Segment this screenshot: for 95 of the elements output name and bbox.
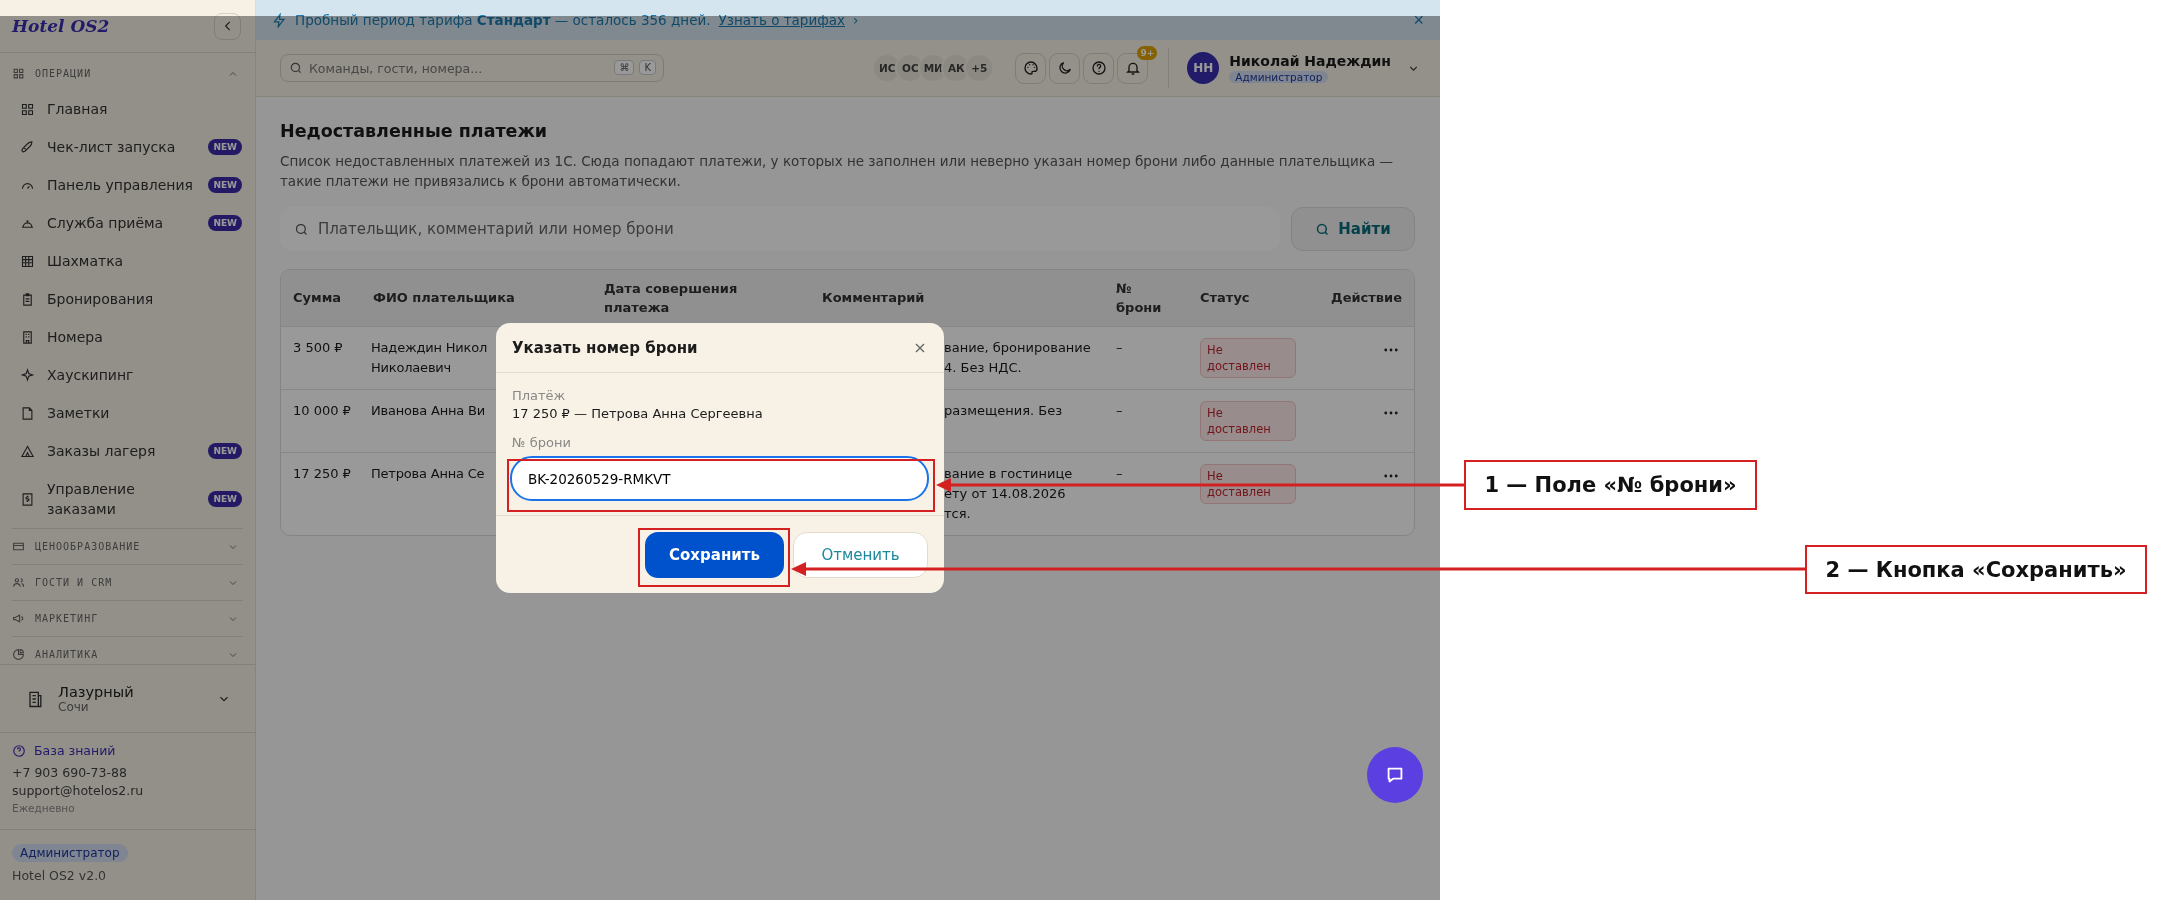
nav-item[interactable]: Служба приёма NEW [12, 204, 243, 242]
user-name: Николай Надеждин [1229, 53, 1391, 69]
palette-icon [1022, 60, 1039, 76]
nav-item[interactable]: Главная [12, 90, 243, 128]
role-badge: Администратор [12, 844, 128, 862]
support-hours: Ежедневно [12, 802, 76, 814]
palette-button[interactable] [1015, 52, 1047, 84]
column-header: ФИО плательщика [361, 270, 592, 326]
search-icon [1315, 221, 1331, 237]
table-cell: 10 000 ₽ [281, 389, 361, 452]
column-header: № брони [1104, 270, 1188, 326]
user-avatar[interactable]: НН [1187, 52, 1220, 84]
section-header[interactable]: ОПЕРАЦИИ [12, 57, 243, 90]
collapse-sidebar-button[interactable] [214, 12, 241, 40]
nav-item[interactable]: Шахматка [12, 242, 243, 280]
help-icon [12, 743, 26, 758]
status-badge: Не доставлен [1200, 337, 1296, 378]
megaphone-icon [12, 612, 25, 625]
new-badge: NEW [208, 139, 242, 155]
table-cell: – [1104, 452, 1188, 535]
search-icon [289, 61, 303, 75]
nav-item[interactable]: Заказы лагеря NEW [12, 432, 243, 470]
support-email: support@hotelos2.ru [12, 782, 145, 800]
booking-number-field[interactable]: BK-20260529-RMKVT [510, 456, 929, 501]
column-header: Сумма [281, 270, 361, 326]
dollar-document-icon [20, 491, 35, 507]
shortcut-key: ⌘ [614, 60, 635, 75]
shortcut-key: K [639, 60, 656, 75]
note-icon [20, 405, 35, 421]
table-cell: 3 500 ₽ [281, 326, 361, 389]
notification-count: 9+ [1137, 45, 1158, 60]
role-badge: Администратор [1229, 71, 1329, 83]
nav-item[interactable]: Заметки [12, 394, 243, 432]
callout-label: 2 — Кнопка «Сохранить» [1805, 545, 2147, 594]
column-header: Дата совершения платежа [592, 270, 810, 326]
knowledge-base-link[interactable]: База знаний [12, 743, 243, 758]
grid-icon [12, 67, 25, 80]
section-header[interactable]: ГОСТИ И CRM [12, 564, 243, 600]
users-icon [12, 576, 25, 589]
nav-item[interactable]: Номера [12, 318, 243, 356]
find-button[interactable]: Найти [1291, 207, 1415, 251]
support-phone: +7 903 690-73-88 [12, 764, 128, 782]
nav-item[interactable]: Панель управления NEW [12, 166, 243, 204]
building-icon [20, 329, 35, 345]
new-badge: NEW [208, 443, 242, 459]
table-cell: – [1104, 326, 1188, 389]
page-description: Список недоставленных платежей из 1С. Сюда попадают платежи, у которых не заполнен или неверно указан номер брони либо данные плательщика — такие платежи не привязались к брони автоматически. [280, 152, 1395, 191]
save-button[interactable]: Сохранить [645, 531, 784, 578]
chevron-text: › [853, 12, 859, 28]
more-users-count[interactable]: +5 [964, 53, 995, 83]
moon-button[interactable] [1049, 52, 1081, 84]
field-label: Платёж [512, 387, 566, 405]
version-text: Hotel OS2 v2.0 [12, 868, 107, 883]
hotel-selector[interactable]: Лазурный Сочи [0, 664, 255, 733]
help-icon [1090, 60, 1107, 76]
column-header: Действие [1312, 270, 1414, 326]
moon-icon [1056, 60, 1073, 76]
card-icon [12, 540, 25, 553]
banner-text: Пробный период тарифа Стандарт — осталось 356 дней. [295, 12, 711, 28]
section-header[interactable]: МАРКЕТИНГ [12, 600, 243, 636]
search-icon [294, 222, 309, 237]
more-actions-icon[interactable] [1384, 410, 1398, 415]
app-logo: Hotel OS2 [12, 16, 110, 36]
more-actions-icon[interactable] [1384, 473, 1398, 478]
close-banner-button[interactable]: × [1413, 9, 1424, 31]
table-cell: 17 250 ₽ [281, 452, 361, 535]
field-label: № брони [512, 434, 571, 452]
sparkle-icon [20, 367, 35, 383]
pie-chart-icon [12, 648, 25, 661]
section-header[interactable]: АНАЛИТИКА [12, 636, 243, 664]
cancel-button[interactable]: Отменить [793, 531, 928, 578]
nav-item[interactable]: Хаускипинг [12, 356, 243, 394]
section-header[interactable]: ЦЕНООБРАЗОВАНИЕ [12, 528, 243, 564]
grid-icon [20, 101, 35, 117]
status-badge: Не доставлен [1200, 400, 1296, 441]
column-header: Комментарий [810, 270, 1104, 326]
bell-icon [1124, 60, 1141, 76]
tent-icon [20, 443, 35, 459]
nav-item[interactable]: Бронирования [12, 280, 243, 318]
new-badge: NEW [208, 491, 242, 507]
status-badge: Не доставлен [1200, 463, 1296, 504]
tariffs-link[interactable]: Узнать о тарифах [718, 12, 845, 28]
more-actions-icon[interactable] [1384, 347, 1398, 352]
table-cell: – [1104, 389, 1188, 452]
clipboard-icon [20, 291, 35, 307]
nav-item[interactable]: Управление заказами NEW [12, 470, 243, 528]
new-badge: NEW [208, 177, 242, 193]
page-title: Недоставленные платежи [280, 121, 549, 141]
column-header: Статус [1188, 270, 1312, 326]
callout-label: 1 — Поле «№ брони» [1464, 460, 1757, 510]
table-icon [20, 253, 35, 269]
new-badge: NEW [208, 215, 242, 231]
nav-item[interactable]: Чек-лист запуска NEW [12, 128, 243, 166]
lightning-icon [272, 12, 287, 28]
help-button[interactable] [1083, 52, 1115, 84]
